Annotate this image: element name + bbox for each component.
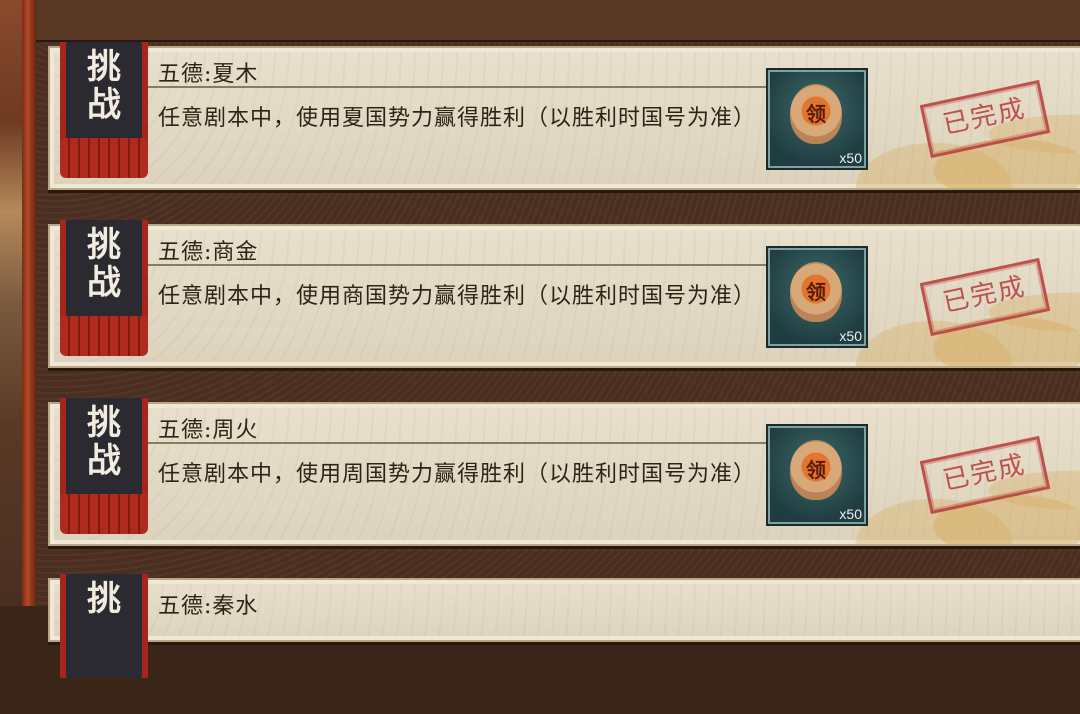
banner-char: 挑 bbox=[87, 47, 121, 87]
task-title: 五德:周火 bbox=[158, 418, 259, 443]
challenge-banner: 挑 战 bbox=[60, 42, 148, 182]
task-title: 五德:商金 bbox=[158, 240, 259, 265]
reward-item[interactable]: 领 x50 bbox=[766, 246, 868, 348]
banner-char: 挑 bbox=[87, 225, 121, 265]
challenge-banner: 挑 战 bbox=[60, 398, 148, 538]
task-title: 五德:秦水 bbox=[158, 594, 259, 619]
top-band bbox=[36, 0, 1080, 42]
divider bbox=[148, 442, 768, 444]
reward-quantity: x50 bbox=[839, 328, 862, 344]
token-char: 领 bbox=[806, 458, 826, 482]
reward-quantity: x50 bbox=[839, 150, 862, 166]
banner-char: 挑 bbox=[87, 403, 121, 443]
divider bbox=[148, 86, 768, 88]
task-description: 任意剧本中，使用夏国势力赢得胜利（以胜利时国号为准） bbox=[158, 106, 757, 131]
task-title: 五德:夏木 bbox=[158, 62, 259, 87]
reward-item[interactable]: 领 x50 bbox=[766, 68, 868, 170]
reward-quantity: x50 bbox=[839, 506, 862, 522]
token-char: 领 bbox=[806, 102, 826, 126]
task-card[interactable]: 挑 五德:秦水 bbox=[48, 574, 1080, 678]
task-card[interactable]: 挑 战 五德:夏木 任意剧本中，使用夏国势力赢得胜利（以胜利时国号为准） 领 x… bbox=[48, 42, 1080, 190]
panel-frame bbox=[22, 0, 36, 606]
challenge-banner: 挑 战 bbox=[60, 220, 148, 360]
banner-char: 战 bbox=[87, 85, 121, 125]
divider bbox=[148, 264, 768, 266]
banner-char: 战 bbox=[87, 263, 121, 303]
reward-item[interactable]: 领 x50 bbox=[766, 424, 868, 526]
banner-char: 战 bbox=[87, 441, 121, 481]
task-card[interactable]: 挑 战 五德:商金 任意剧本中，使用商国势力赢得胜利（以胜利时国号为准） 领 x… bbox=[48, 220, 1080, 368]
token-char: 领 bbox=[806, 280, 826, 304]
banner-char: 挑 bbox=[87, 579, 121, 619]
task-card[interactable]: 挑 战 五德:周火 任意剧本中，使用周国势力赢得胜利（以胜利时国号为准） 领 x… bbox=[48, 398, 1080, 546]
challenge-banner: 挑 bbox=[60, 574, 148, 714]
task-description: 任意剧本中，使用商国势力赢得胜利（以胜利时国号为准） bbox=[158, 284, 757, 309]
task-description: 任意剧本中，使用周国势力赢得胜利（以胜利时国号为准） bbox=[158, 462, 757, 487]
